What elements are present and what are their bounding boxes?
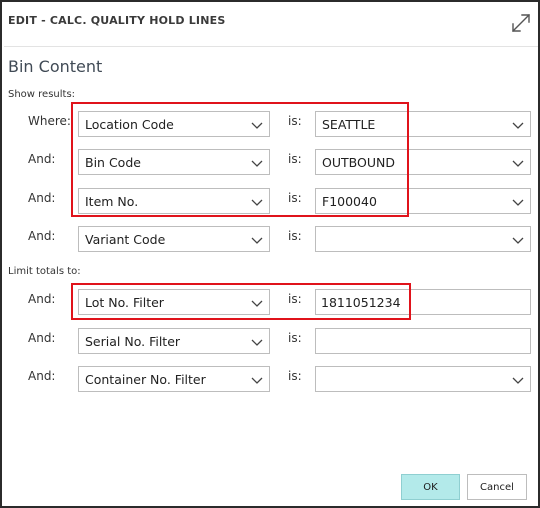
limit-totals-label: Limit totals to:	[8, 266, 81, 277]
dialog-title: EDIT - CALC. QUALITY HOLD LINES	[8, 14, 226, 27]
chevron-down-icon	[251, 199, 263, 206]
row-prefix-serial: And:	[28, 331, 56, 345]
chevron-down-icon	[251, 160, 263, 167]
edit-dialog: EDIT - CALC. QUALITY HOLD LINES Bin Cont…	[0, 0, 540, 508]
value-select-variant[interactable]	[315, 226, 531, 252]
value-select-bin[interactable]: OUTBOUND	[315, 149, 531, 175]
chevron-down-icon	[512, 160, 524, 167]
row-prefix-lot: And:	[28, 292, 56, 306]
is-label-lot: is:	[288, 292, 302, 306]
field-select-serial-value: Serial No. Filter	[85, 334, 181, 349]
value-select-bin-value: OUTBOUND	[322, 155, 395, 170]
field-select-bin[interactable]: Bin Code	[78, 149, 270, 175]
show-results-label: Show results:	[8, 89, 76, 100]
is-label-container: is:	[288, 369, 302, 383]
value-select-location[interactable]: SEATTLE	[315, 111, 531, 137]
is-label-bin: is:	[288, 152, 302, 166]
field-select-item[interactable]: Item No.	[78, 188, 270, 214]
field-select-item-value: Item No.	[85, 194, 139, 209]
chevron-down-icon	[251, 122, 263, 129]
row-prefix-item: And:	[28, 191, 56, 205]
value-input-lot-value: 1811051234	[321, 295, 401, 310]
chevron-down-icon	[251, 300, 263, 307]
chevron-down-icon	[251, 377, 263, 384]
row-prefix-location: Where:	[28, 114, 71, 128]
field-select-lot[interactable]: Lot No. Filter	[78, 289, 270, 315]
field-select-serial[interactable]: Serial No. Filter	[78, 328, 270, 354]
chevron-down-icon	[512, 122, 524, 129]
field-select-location-value: Location Code	[85, 117, 174, 132]
is-label-location: is:	[288, 114, 302, 128]
value-input-serial[interactable]	[315, 328, 531, 354]
field-select-lot-value: Lot No. Filter	[85, 295, 164, 310]
value-input-lot[interactable]: 1811051234	[315, 289, 531, 315]
field-select-variant-value: Variant Code	[85, 232, 166, 247]
row-prefix-variant: And:	[28, 229, 56, 243]
is-label-item: is:	[288, 191, 302, 205]
value-select-item-value: F100040	[322, 194, 377, 209]
chevron-down-icon	[512, 237, 524, 244]
expand-arrows-icon[interactable]	[508, 10, 534, 36]
page-title: Bin Content	[8, 57, 103, 76]
value-select-location-value: SEATTLE	[322, 117, 376, 132]
ok-button[interactable]: OK	[401, 474, 460, 500]
field-select-container[interactable]: Container No. Filter	[78, 366, 270, 392]
value-select-item[interactable]: F100040	[315, 188, 531, 214]
is-label-serial: is:	[288, 331, 302, 345]
row-prefix-bin: And:	[28, 152, 56, 166]
title-divider	[4, 46, 538, 47]
is-label-variant: is:	[288, 229, 302, 243]
row-prefix-container: And:	[28, 369, 56, 383]
chevron-down-icon	[512, 377, 524, 384]
cancel-button[interactable]: Cancel	[467, 474, 527, 500]
chevron-down-icon	[251, 339, 263, 346]
field-select-container-value: Container No. Filter	[85, 372, 206, 387]
chevron-down-icon	[512, 199, 524, 206]
field-select-bin-value: Bin Code	[85, 155, 141, 170]
chevron-down-icon	[251, 237, 263, 244]
field-select-location[interactable]: Location Code	[78, 111, 270, 137]
value-select-container[interactable]	[315, 366, 531, 392]
field-select-variant[interactable]: Variant Code	[78, 226, 270, 252]
